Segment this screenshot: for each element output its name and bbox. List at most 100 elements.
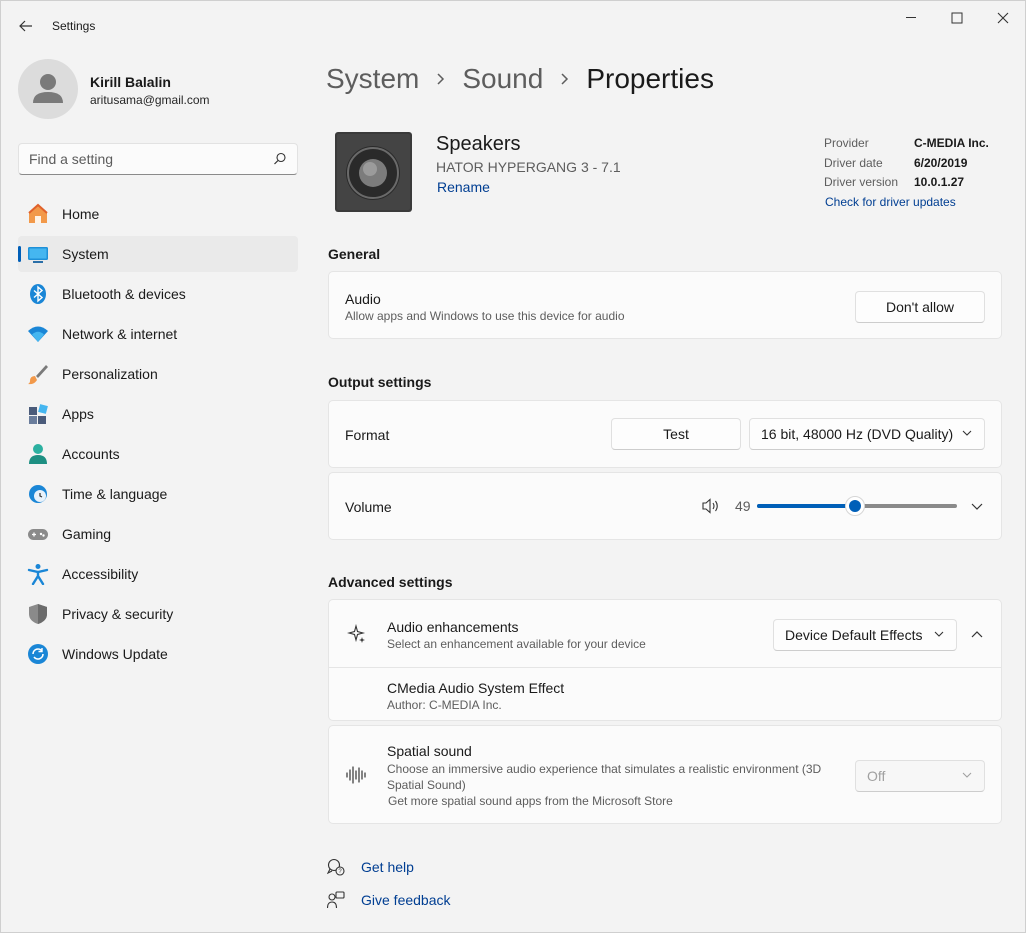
chevron-down-icon — [934, 631, 944, 637]
driver-version-label: Driver version — [824, 175, 899, 189]
search-icon[interactable] — [273, 152, 287, 166]
format-dropdown[interactable]: 16 bit, 48000 Hz (DVD Quality) — [749, 418, 985, 450]
chevron-right-icon — [560, 72, 569, 86]
sidebar-item-personalization[interactable]: Personalization — [18, 356, 298, 392]
back-button[interactable] — [13, 13, 39, 39]
close-button[interactable] — [980, 1, 1026, 35]
breadcrumb: System Sound Properties — [326, 59, 714, 99]
help-icon: ? — [326, 858, 345, 876]
sidebar-item-accessibility[interactable]: Accessibility — [18, 556, 298, 592]
spatial-sound-card: Spatial sound Choose an immersive audio … — [328, 725, 1002, 824]
driver-provider-label: Provider — [824, 136, 869, 150]
chevron-down-icon — [962, 772, 972, 778]
sidebar-item-label: Network & internet — [62, 326, 178, 342]
mute-button[interactable] — [701, 496, 721, 516]
sidebar-item-label: Home — [62, 206, 100, 222]
chevron-right-icon — [436, 72, 445, 86]
audio-enhancements-card: Audio enhancements Select an enhancement… — [328, 599, 1002, 721]
get-help-link[interactable]: Get help — [361, 859, 414, 875]
enhancements-dropdown[interactable]: Device Default Effects — [773, 619, 957, 651]
user-email: aritusama@gmail.com — [90, 93, 210, 107]
audio-card: Audio Allow apps and Windows to use this… — [328, 271, 1002, 339]
feedback-icon — [326, 891, 345, 909]
volume-value: 49 — [735, 498, 751, 514]
driver-provider-value: C-MEDIA Inc. — [914, 136, 989, 150]
arrow-left-icon — [19, 20, 32, 32]
spatial-subtitle-line2: Spatial Sound) — [387, 778, 466, 792]
audio-subtitle: Allow apps and Windows to use this devic… — [345, 309, 625, 323]
clock-globe-icon — [27, 483, 49, 505]
sidebar-item-accounts[interactable]: Accounts — [18, 436, 298, 472]
update-icon — [27, 643, 49, 665]
section-title-advanced: Advanced settings — [328, 574, 453, 590]
audio-title: Audio — [345, 291, 381, 307]
accounts-icon — [27, 443, 49, 465]
close-icon — [997, 12, 1009, 24]
device-model: HATOR HYPERGANG 3 - 7.1 — [436, 159, 621, 175]
device-name: Speakers — [436, 133, 521, 155]
system-icon — [27, 243, 49, 265]
sidebar-item-label: Privacy & security — [62, 606, 174, 622]
home-icon — [27, 203, 49, 225]
driver-version-value: 10.0.1.27 — [914, 175, 965, 189]
sidebar-item-home[interactable]: Home — [18, 196, 298, 232]
section-title-output: Output settings — [328, 374, 432, 390]
volume-slider-thumb[interactable] — [845, 496, 865, 516]
enhancements-collapse-button[interactable] — [967, 624, 987, 644]
spatial-subtitle-line1: Choose an immersive audio experience tha… — [387, 762, 822, 776]
section-title-general: General — [328, 246, 381, 262]
avatar[interactable] — [18, 59, 78, 119]
app-title: Settings — [52, 19, 96, 33]
person-icon — [33, 74, 63, 103]
sidebar-item-gaming[interactable]: Gaming — [18, 516, 298, 552]
divider — [329, 667, 1001, 668]
sidebar-item-label: System — [62, 246, 109, 262]
sidebar-item-network[interactable]: Network & internet — [18, 316, 298, 352]
spatial-sound-dropdown[interactable]: Off — [855, 760, 985, 792]
volume-expand-button[interactable] — [967, 496, 987, 516]
sidebar-item-time-language[interactable]: Time & language — [18, 476, 298, 512]
enhancements-title: Audio enhancements — [387, 619, 519, 635]
volume-slider[interactable] — [757, 496, 957, 516]
rename-link[interactable]: Rename — [437, 179, 490, 195]
gamepad-icon — [27, 523, 49, 545]
format-title: Format — [345, 427, 390, 443]
speaker-volume-icon — [702, 498, 718, 514]
page-title: Properties — [586, 63, 714, 94]
spatial-dropdown-value: Off — [867, 768, 886, 784]
driver-date-label: Driver date — [824, 155, 883, 170]
wifi-icon — [27, 323, 49, 345]
shield-icon — [27, 603, 49, 625]
sidebar-item-windows-update[interactable]: Windows Update — [18, 636, 298, 672]
breadcrumb-sound[interactable]: Sound — [462, 63, 543, 95]
sidebar-item-label: Gaming — [62, 526, 112, 542]
speaker-icon — [334, 131, 414, 213]
bluetooth-icon — [27, 283, 49, 305]
spatial-title: Spatial sound — [387, 743, 472, 759]
effect-author: Author: C-MEDIA Inc. — [387, 698, 502, 712]
spatial-store-link[interactable]: Get more spatial sound apps from the Mic… — [388, 794, 673, 808]
test-button[interactable]: Test — [611, 418, 741, 450]
sidebar-item-label: Accounts — [62, 446, 120, 462]
enhancements-dropdown-value: Device Default Effects — [785, 627, 923, 643]
search-box — [18, 143, 298, 175]
driver-info: Provider C-MEDIA Inc. Driver date 6/20/2… — [824, 136, 989, 195]
sidebar-item-label: Windows Update — [62, 646, 168, 662]
effect-title: CMedia Audio System Effect — [387, 680, 565, 696]
maximize-button[interactable] — [934, 1, 980, 35]
minimize-button[interactable] — [888, 1, 934, 35]
sidebar-item-bluetooth[interactable]: Bluetooth & devices — [18, 276, 298, 312]
check-driver-updates-link[interactable]: Check for driver updates — [825, 195, 956, 209]
sidebar-item-apps[interactable]: Apps — [18, 396, 298, 432]
search-input[interactable] — [19, 144, 259, 174]
sidebar-item-label: Accessibility — [62, 566, 139, 582]
sidebar-item-label: Bluetooth & devices — [62, 286, 186, 302]
breadcrumb-system[interactable]: System — [326, 63, 419, 95]
minimize-icon — [905, 17, 916, 18]
give-feedback-link[interactable]: Give feedback — [361, 892, 451, 908]
sidebar-item-system[interactable]: System — [18, 236, 298, 272]
maximize-icon — [951, 12, 963, 24]
volume-title: Volume — [345, 499, 392, 515]
sidebar-item-privacy[interactable]: Privacy & security — [18, 596, 298, 632]
dont-allow-button[interactable]: Don't allow — [855, 291, 985, 323]
